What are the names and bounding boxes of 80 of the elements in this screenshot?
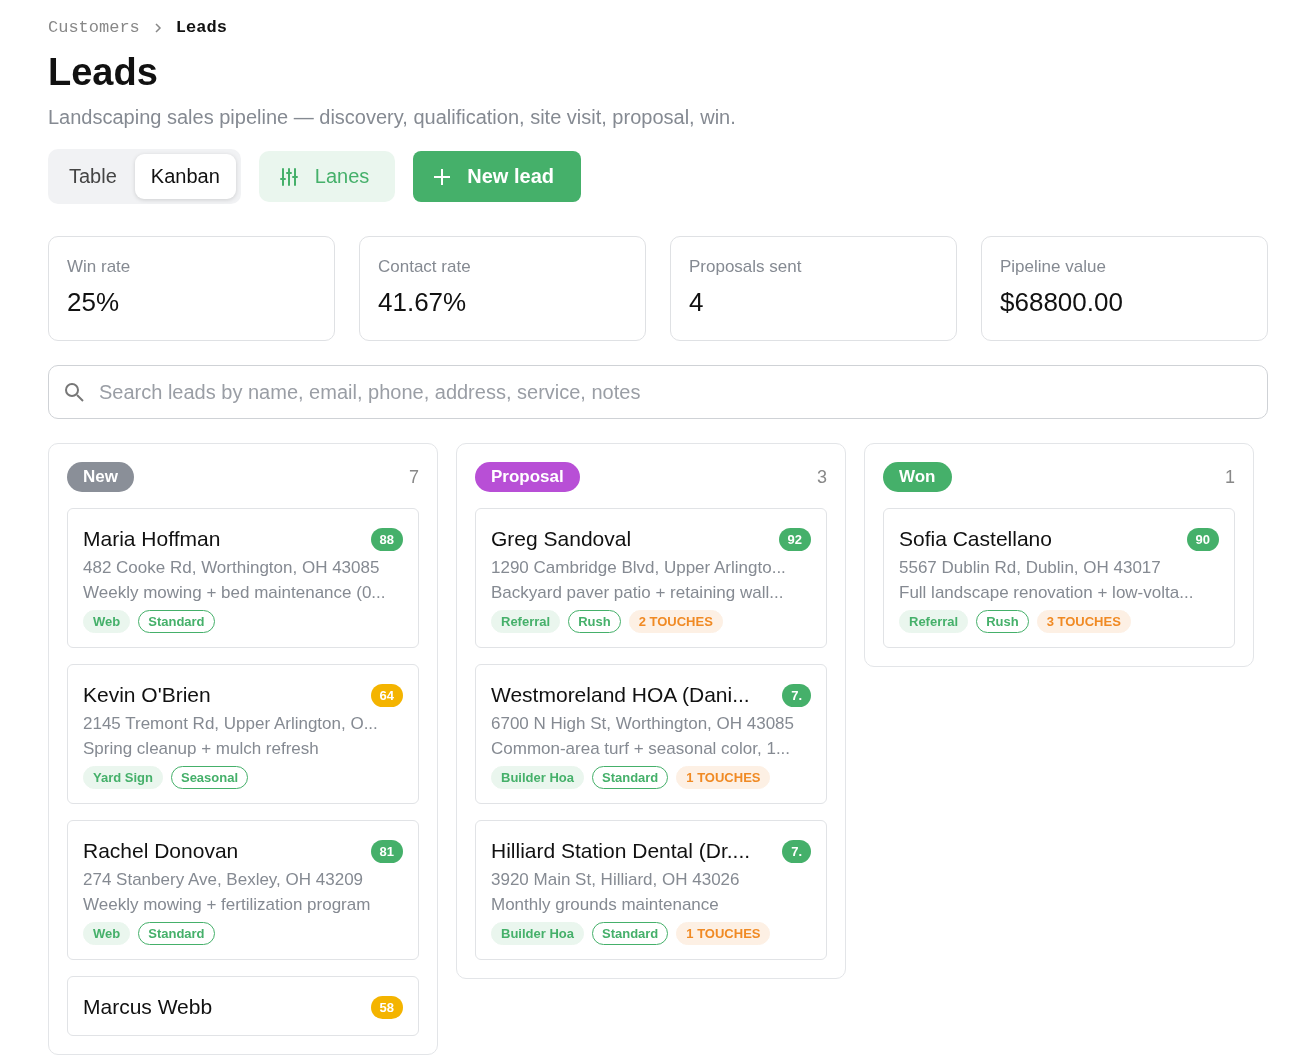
lead-card[interactable]: Hilliard Station Dental (Dr.... 7. 3920 Main St, Hilliard, OH 43026 Monthly grounds maintenance Builder Hoa Standard 1 TOUCHES <box>475 820 827 960</box>
lead-card[interactable]: Maria Hoffman 88 482 Cooke Rd, Worthington, OH 43085 Weekly mowing + bed maintenance (0... Web Standard <box>67 508 419 648</box>
lead-address: 482 Cooke Rd, Worthington, OH 43085 <box>83 558 381 578</box>
view-tab[interactable]: Table <box>53 154 133 199</box>
lane-status: Won <box>883 462 952 492</box>
touches-tag: 1 TOUCHES <box>676 922 771 945</box>
lead-address: 2145 Tremont Rd, Upper Arlington, O... <box>83 714 379 734</box>
search-icon <box>64 382 84 402</box>
lead-name: Maria Hoffman <box>83 527 221 551</box>
page-title: Leads <box>48 51 159 94</box>
lead-service: Monthly grounds maintenance <box>491 895 720 915</box>
lead-score: 7. <box>782 839 811 863</box>
lead-score: 90 <box>1186 527 1219 551</box>
lead-address: 1290 Cambridge Blvd, Upper Arlingto... <box>491 558 787 578</box>
stat-value: 41.67% <box>378 287 468 318</box>
priority-tag: Rush <box>976 610 1029 633</box>
search-field[interactable]: Search leads by name, email, phone, address, service, notes <box>48 365 1268 419</box>
lead-name: Kevin O'Brien <box>83 683 211 707</box>
lead-name: Marcus Webb <box>83 995 213 1019</box>
lead-name: Rachel Donovan <box>83 839 239 863</box>
lead-card[interactable]: Greg Sandoval 92 1290 Cambridge Blvd, Upper Arlingto... Backyard paver patio + retaining wall... Referral Rush 2 TOUCHES <box>475 508 827 648</box>
stat-label: Pipeline value <box>1000 257 1107 277</box>
source-tag: Yard Sign <box>83 766 163 789</box>
lead-card[interactable]: Sofia Castellano 90 5567 Dublin Rd, Dublin, OH 43017 Full landscape renovation + low-volta... Referral Rush 3 TOUCHES <box>883 508 1235 648</box>
source-tag: Web <box>83 610 131 633</box>
lead-name: Hilliard Station Dental (Dr.... <box>491 839 751 863</box>
touches-tag: 1 TOUCHES <box>676 766 771 789</box>
lead-card[interactable]: Westmoreland HOA (Dani... 7. 6700 N High St, Worthington, OH 43085 Common-area turf + seasonal color, 1... Builder Hoa Standard 1 TOUCHES <box>475 664 827 804</box>
priority-tag: Standard <box>591 922 669 945</box>
lead-service: Weekly mowing + bed maintenance (0... <box>83 583 387 603</box>
lead-name: Greg Sandoval <box>491 527 632 551</box>
lead-card[interactable]: Rachel Donovan 81 274 Stanbery Ave, Bexley, OH 43209 Weekly mowing + fertilization program Web Standard <box>67 820 419 960</box>
lead-address: 6700 N High St, Worthington, OH 43085 <box>491 714 796 734</box>
touches-tag: 2 TOUCHES <box>628 610 723 633</box>
lead-card[interactable]: Kevin O'Brien 64 2145 Tremont Rd, Upper Arlington, O... Spring cleanup + mulch refresh Yard Sign Seasonal <box>67 664 419 804</box>
breadcrumb-link[interactable]: Customers <box>48 18 140 37</box>
lead-card[interactable]: Marcus Webb 58 <box>67 976 419 1036</box>
priority-tag: Rush <box>568 610 621 633</box>
source-tag: Builder Hoa <box>491 766 584 789</box>
source-tag: Referral <box>899 610 969 633</box>
priority-tag: Seasonal <box>170 766 249 789</box>
priority-tag: Standard <box>138 610 215 633</box>
touches-tag: 3 TOUCHES <box>1036 610 1131 633</box>
lane-count: 3 <box>817 466 827 488</box>
lead-score: 58 <box>370 995 403 1019</box>
stat-label: Proposals sent <box>689 257 803 277</box>
lead-service: Common-area turf + seasonal color, 1... <box>491 739 792 759</box>
priority-tag: Standard <box>591 766 669 789</box>
view-tab[interactable]: Kanban <box>134 154 236 199</box>
lead-score: 92 <box>778 527 811 551</box>
source-tag: Builder Hoa <box>491 922 584 945</box>
priority-tag: Standard <box>138 922 215 945</box>
stat-label: Win rate <box>67 257 132 277</box>
lane-count: 7 <box>409 466 419 488</box>
lead-score: 64 <box>370 683 403 707</box>
source-tag: Referral <box>491 610 561 633</box>
lead-address: 5567 Dublin Rd, Dublin, OH 43017 <box>899 558 1162 578</box>
stat-label: Contact rate <box>378 257 472 277</box>
stat-value: 4 <box>689 287 705 318</box>
lead-service: Backyard paver patio + retaining wall... <box>491 583 785 603</box>
sliders-icon <box>278 166 299 187</box>
lane-status: New <box>67 462 134 492</box>
plus-icon <box>433 167 452 186</box>
lead-service: Full landscape renovation + low-volta... <box>899 583 1195 603</box>
lane-count: 1 <box>1225 466 1235 488</box>
source-tag: Web <box>83 922 131 945</box>
page-subtitle: Landscaping sales pipeline — discovery, qualification, site visit, proposal, win. <box>48 106 737 129</box>
breadcrumb-current[interactable]: Leads <box>175 18 227 37</box>
lead-score: 7. <box>782 683 811 707</box>
lead-score: 88 <box>370 527 403 551</box>
lead-score: 81 <box>370 839 403 863</box>
lane-status: Proposal <box>475 462 580 492</box>
lead-address: 274 Stanbery Ave, Bexley, OH 43209 <box>83 870 365 890</box>
stat-value: 25% <box>67 287 121 318</box>
lead-name: Westmoreland HOA (Dani... <box>491 683 750 707</box>
lead-name: Sofia Castellano <box>899 527 1052 551</box>
lead-address: 3920 Main St, Hilliard, OH 43026 <box>491 870 741 890</box>
lead-service: Spring cleanup + mulch refresh <box>83 739 320 759</box>
stat-value: $68800.00 <box>1000 287 1124 318</box>
lead-service: Weekly mowing + fertilization program <box>83 895 372 915</box>
